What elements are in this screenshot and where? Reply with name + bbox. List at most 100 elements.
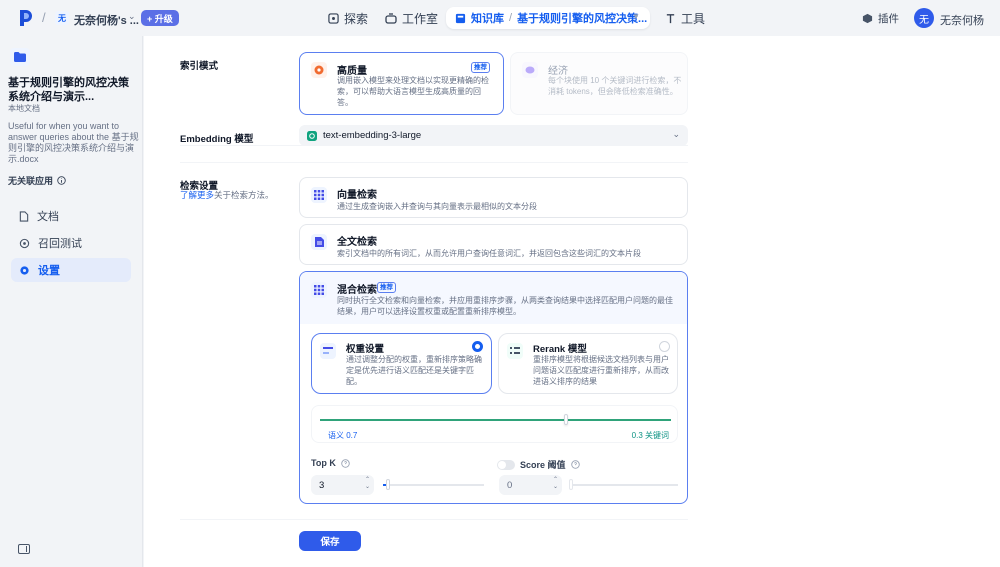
cube-icon (862, 13, 873, 23)
stepper-icon[interactable]: ⌃ ⌄ (365, 477, 370, 491)
sidebar: 基于规则引擎的风控决策系统介绍与演示... 本地文档 Useful for wh… (0, 36, 143, 567)
weight-slider-track[interactable] (320, 419, 671, 421)
score-value: 0 (507, 479, 513, 491)
studio-icon (385, 12, 397, 24)
rerank-description: 重排序模型将根据候选文档列表与用户问题语义匹配度进行重新排序，从而改进语义排序的… (533, 355, 669, 386)
nav-studio-label: 工作室 (402, 11, 439, 26)
vector-icon (311, 187, 327, 203)
sidebar-collapse-icon[interactable] (18, 544, 30, 554)
help-icon[interactable] (341, 458, 350, 468)
score-threshold-toggle[interactable] (497, 459, 515, 470)
topk-input[interactable]: 3 ⌃ ⌄ (311, 475, 374, 495)
upgrade-button[interactable]: + 升级 (141, 10, 179, 26)
rerank-radio[interactable] (659, 341, 670, 352)
fulltext-title: 全文检索 (337, 237, 377, 248)
target-icon (19, 238, 30, 248)
topk-slider-track[interactable] (383, 484, 484, 486)
index-mode-high-quality[interactable]: 高质量 推荐 调用嵌入模型来处理文档以实现更精确的检索，可以帮助大语言模型生成高… (299, 52, 504, 115)
nav-tools[interactable]: 工具 (665, 8, 705, 28)
openai-icon (307, 130, 317, 141)
plugins-label: 插件 (878, 12, 899, 25)
chevron-down-icon: ⌄ (672, 129, 680, 139)
chevron-down-icon[interactable]: ▼ (632, 12, 640, 21)
learn-more-link[interactable]: 了解更多 (180, 190, 214, 200)
compass-icon (328, 12, 339, 24)
embedding-model-label: Embedding 模型 (180, 134, 254, 145)
breadcrumb-separator: / (509, 12, 513, 24)
retrieval-fulltext[interactable]: 全文检索 索引文档中的所有词汇，从而允许用户查询任意词汇，并返回包含这些词汇的文… (299, 224, 688, 265)
score-slider-handle[interactable] (569, 479, 573, 490)
score-label: Score 阈值 (520, 460, 566, 470)
plugins-button[interactable]: 插件 (862, 8, 899, 28)
topk-header: Top K (311, 458, 350, 468)
sidebar-item-label: 文档 (37, 211, 59, 223)
embedding-model-value: text-embedding-3-large (323, 130, 422, 141)
vector-title: 向量检索 (337, 190, 377, 201)
user-name[interactable]: 无奈何杨 (940, 12, 984, 28)
dataset-title: 基于规则引擎的风控决策系统介绍与演示... (8, 77, 129, 103)
document-icon (19, 210, 29, 222)
retrieval-help: 了解更多关于检索方法。 (180, 189, 274, 201)
keyword-weight-label: 0.3 关键词 (631, 431, 669, 440)
chevron-down-icon[interactable]: ⌄ (128, 11, 136, 22)
linked-apps[interactable]: 无关联应用 (8, 174, 66, 187)
weighted-score-option[interactable]: 权重设置 通过调整分配的权重，重新排序策略确定是优先进行语义匹配还是关键字匹配。 (311, 333, 492, 394)
hammer-icon (666, 13, 675, 23)
fulltext-icon (311, 234, 327, 250)
economy-description: 每个块使用 10 个关键词进行检索，不消耗 tokens，但会降低检索准确性。 (548, 76, 682, 96)
avatar[interactable]: 无 (914, 8, 934, 28)
help-icon[interactable] (570, 460, 580, 469)
topk-value: 3 (319, 479, 325, 491)
retrieval-hybrid[interactable]: 混合检索 推荐 同时执行全文检索和向量检索，并应用重排序步骤，从两类查询结果中选… (299, 271, 688, 504)
recommended-badge: 推荐 (471, 62, 490, 73)
hybrid-description: 同时执行全文检索和向量检索，并应用重排序步骤，从两类查询结果中选择匹配用户问题的… (337, 296, 673, 316)
fulltext-description: 索引文档中的所有词汇，从而允许用户查询任意词汇，并返回包含这些词汇的文本片段 (337, 249, 641, 258)
nav-studio[interactable]: 工作室 (385, 8, 438, 28)
sidebar-item-label: 设置 (38, 265, 60, 277)
workspace-avatar[interactable]: 无 (55, 11, 69, 25)
rerank-title: Rerank 模型 (533, 344, 587, 355)
score-slider-track[interactable] (571, 484, 678, 486)
folder-icon (10, 48, 30, 66)
nav-knowledge[interactable]: 知识库 / 基于规则引擎的风控决策... ▼ (446, 7, 650, 29)
book-icon (455, 13, 466, 23)
sidebar-item-recall-test[interactable]: 召回测试 (11, 231, 131, 255)
embedding-model-select[interactable]: text-embedding-3-large ⌄ (299, 125, 688, 146)
rerank-model-option[interactable]: Rerank 模型 重排序模型将根据候选文档列表与用户问题语义匹配度进行重新排序… (498, 333, 678, 394)
divider (180, 162, 688, 163)
index-mode-label: 索引模式 (180, 61, 219, 72)
weight-slider-handle[interactable] (563, 414, 568, 425)
top-bar: / 无 无奈何杨's ... ⌄ + 升级 探索 工作室 知识库 / 基于规则引… (0, 0, 1000, 36)
nav-explore[interactable]: 探索 (328, 8, 368, 28)
nav-knowledge-label: 知识库 (471, 13, 504, 25)
linked-apps-label: 无关联应用 (8, 176, 54, 186)
gear-icon (20, 265, 29, 275)
vector-description: 通过生成查询嵌入并查询与其向量表示最相似的文本分段 (337, 202, 537, 211)
weighted-description: 通过调整分配的权重，重新排序策略确定是优先进行语义匹配还是关键字匹配。 (346, 355, 482, 386)
settings-panel: 索引模式 高质量 推荐 调用嵌入模型来处理文档以实现更精确的检索，可以帮助大语言… (144, 36, 1000, 567)
info-icon[interactable] (57, 176, 66, 185)
topk-label: Top K (311, 458, 336, 468)
sparkle-icon (311, 62, 327, 78)
hybrid-title: 混合检索 (337, 285, 377, 296)
save-button[interactable]: 保存 (299, 531, 361, 551)
sidebar-item-settings[interactable]: 设置 (11, 258, 131, 282)
weighted-title: 权重设置 (346, 344, 385, 355)
semantic-weight-label: 语义 0.7 (328, 431, 358, 440)
divider (180, 519, 688, 520)
sidebar-item-documents[interactable]: 文档 (11, 204, 131, 228)
stepper-icon[interactable]: ⌃ ⌄ (553, 477, 558, 491)
weight-slider-box: 语义 0.7 0.3 关键词 (311, 405, 678, 443)
rerank-icon (507, 343, 523, 359)
current-dataset-crumb[interactable]: 基于规则引擎的风控决策... (517, 10, 647, 26)
topk-slider-handle[interactable] (386, 479, 391, 490)
score-input[interactable]: 0 ⌃ ⌄ (499, 475, 562, 495)
weighted-radio[interactable] (472, 341, 483, 352)
index-mode-economy[interactable]: 经济 每个块使用 10 个关键词进行检索，不消耗 tokens，但会降低检索准确… (510, 52, 688, 115)
app-logo[interactable] (18, 9, 34, 27)
high-quality-description: 调用嵌入模型来处理文档以实现更精确的检索，可以帮助大语言模型生成高质量的回答。 (337, 76, 489, 107)
hybrid-icon (311, 282, 327, 298)
nav-tools-label: 工具 (681, 11, 706, 26)
recommended-badge: 推荐 (377, 282, 396, 293)
retrieval-vector[interactable]: 向量检索 通过生成查询嵌入并查询与其向量表示最相似的文本分段 (299, 177, 688, 218)
